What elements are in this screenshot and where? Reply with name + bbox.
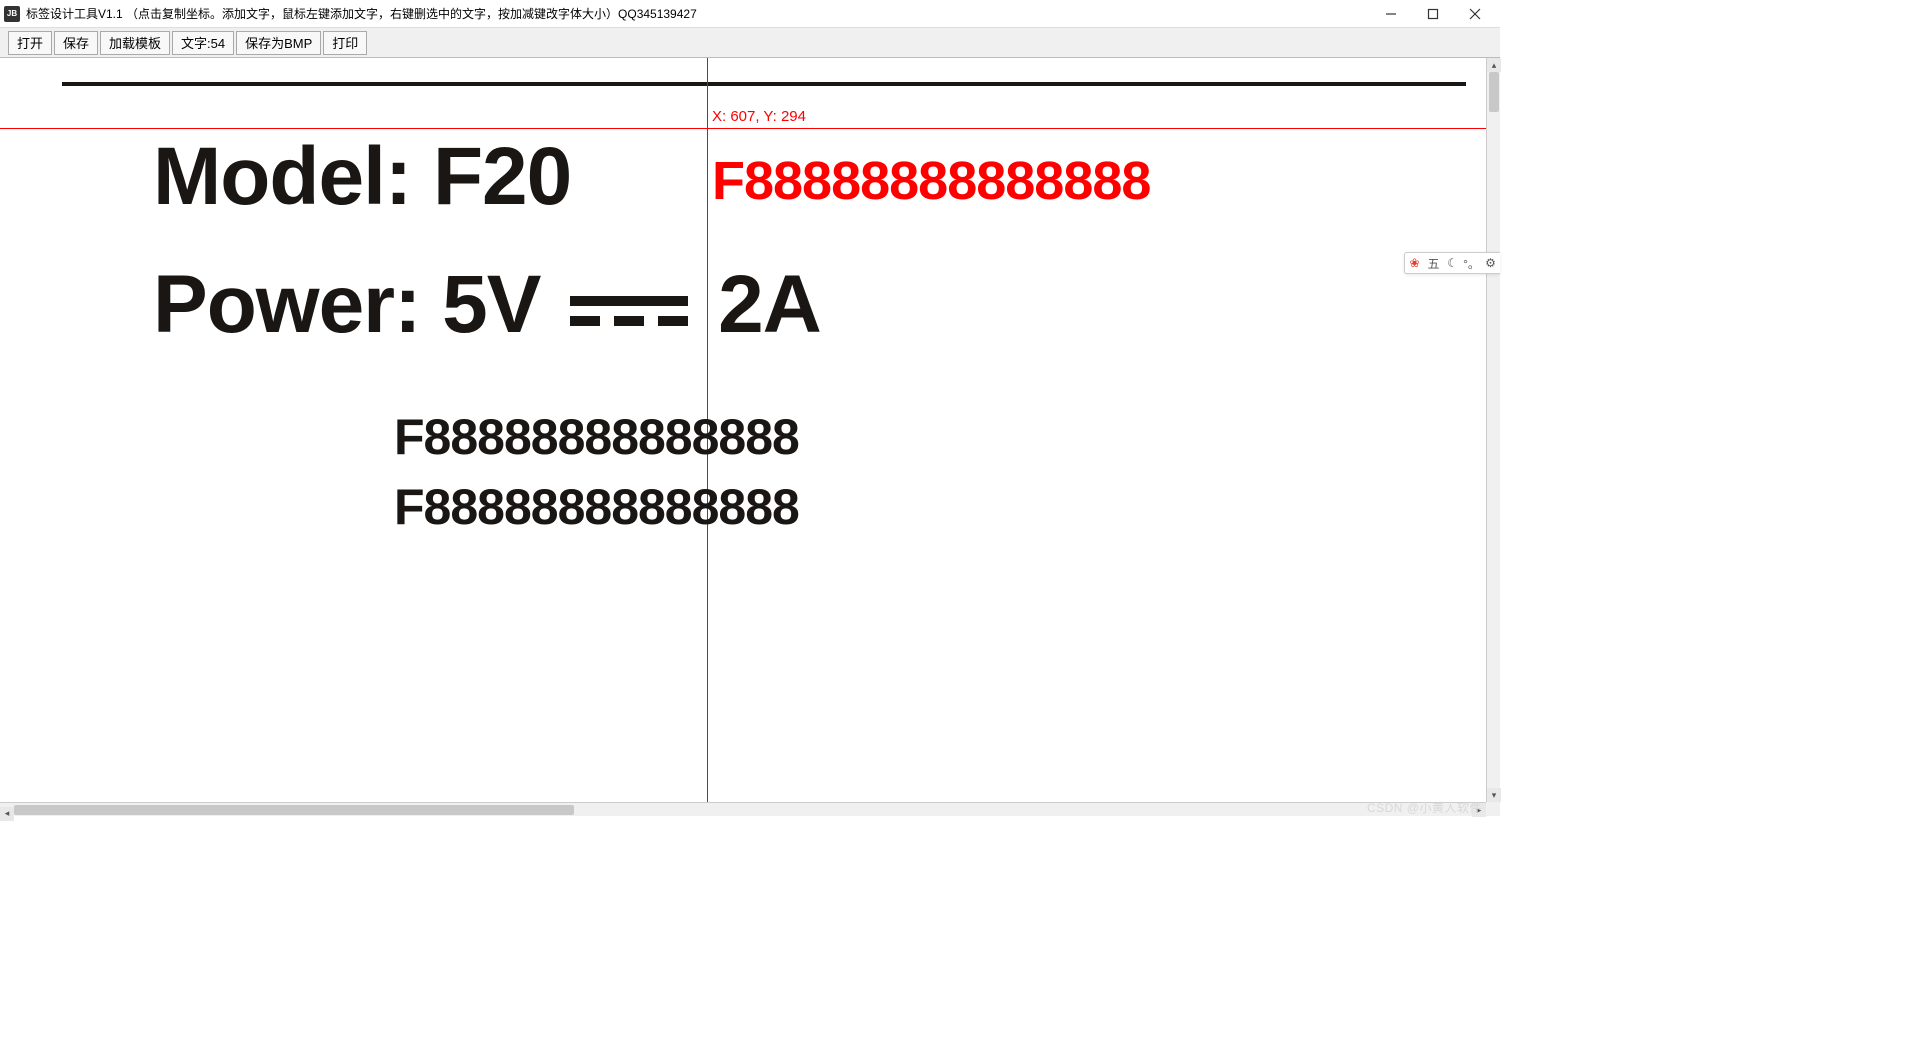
design-canvas[interactable]: X: 607, Y: 294 Model: F20 Power: 5V 2A F… [0,58,1486,802]
vertical-scroll-thumb[interactable] [1489,72,1499,112]
toolbar: 打开 保存 加载模板 文字:54 保存为BMP 打印 [0,28,1500,58]
ime-logo-icon: ❀ [1407,256,1423,270]
scroll-down-arrow-icon[interactable]: ▾ [1487,788,1501,802]
dc-symbol-icon [570,296,688,326]
print-button[interactable]: 打印 [323,31,367,55]
horizontal-scroll-thumb[interactable] [14,805,574,815]
watermark-text: CSDN @小黄人软件 [1367,799,1482,816]
minimize-button[interactable] [1370,0,1412,28]
open-button[interactable]: 打开 [8,31,52,55]
text-model[interactable]: Model: F20 [153,130,571,224]
window-titlebar: JB 标签设计工具V1.1 （点击复制坐标。添加文字，鼠标左键添加文字，右键删选… [0,0,1500,28]
label-top-border [62,82,1466,86]
text-power-suffix: 2A [718,259,821,350]
ime-punctuation-icon[interactable]: °。 [1464,255,1480,272]
text-power[interactable]: Power: 5V 2A [153,258,821,352]
cursor-coordinates: X: 607, Y: 294 [712,108,806,125]
text-power-prefix: Power: 5V [153,259,540,350]
horizontal-scrollbar[interactable]: ◂ ▸ [0,802,1486,816]
ime-mode[interactable]: 五 [1426,255,1442,272]
close-button[interactable] [1454,0,1496,28]
maximize-icon [1427,8,1439,20]
crosshair-horizontal [0,128,1486,129]
window-title: 标签设计工具V1.1 （点击复制坐标。添加文字，鼠标左键添加文字，右键删选中的文… [26,5,697,22]
ime-moon-icon[interactable]: ☾ [1445,256,1461,270]
ime-panel[interactable]: ❀ 五 ☾ °。 ⚙ [1404,252,1500,274]
text-serial-1[interactable]: F88888888888888 [394,408,799,466]
text-selected-serial[interactable]: F88888888888888 [712,150,1150,212]
minimize-icon [1385,8,1397,20]
scroll-left-arrow-icon[interactable]: ◂ [0,807,14,821]
text-serial-2[interactable]: F88888888888888 [394,478,799,536]
close-icon [1469,8,1481,20]
scroll-up-arrow-icon[interactable]: ▴ [1487,58,1501,72]
font-size-button[interactable]: 文字:54 [172,31,234,55]
save-button[interactable]: 保存 [54,31,98,55]
work-area: X: 607, Y: 294 Model: F20 Power: 5V 2A F… [0,58,1500,802]
vertical-scrollbar[interactable]: ▴ ▾ [1486,58,1500,802]
ime-settings-icon[interactable]: ⚙ [1483,256,1499,270]
maximize-button[interactable] [1412,0,1454,28]
app-icon: JB [4,6,20,22]
save-as-bmp-button[interactable]: 保存为BMP [236,31,321,55]
scroll-corner [1486,802,1500,816]
load-template-button[interactable]: 加载模板 [100,31,170,55]
